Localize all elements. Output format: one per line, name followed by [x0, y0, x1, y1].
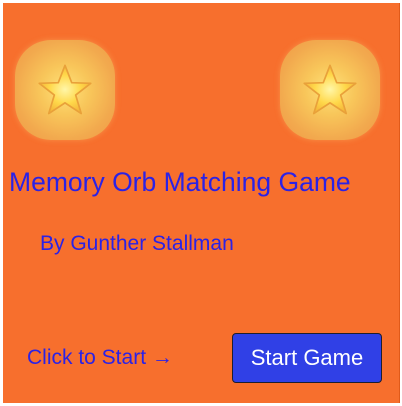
start-game-button[interactable]: Start Game [232, 333, 382, 383]
star-icon [303, 64, 357, 115]
star-icon [38, 64, 92, 115]
orb-right [280, 40, 380, 140]
game-stage: Memory Orb Matching Game By Gunther Stal… [3, 3, 400, 403]
game-title: Memory Orb Matching Game [9, 167, 351, 197]
author-credit: By Gunther Stallman [40, 232, 234, 255]
orb-left [15, 40, 115, 140]
start-hint: Click to Start → [27, 346, 173, 369]
